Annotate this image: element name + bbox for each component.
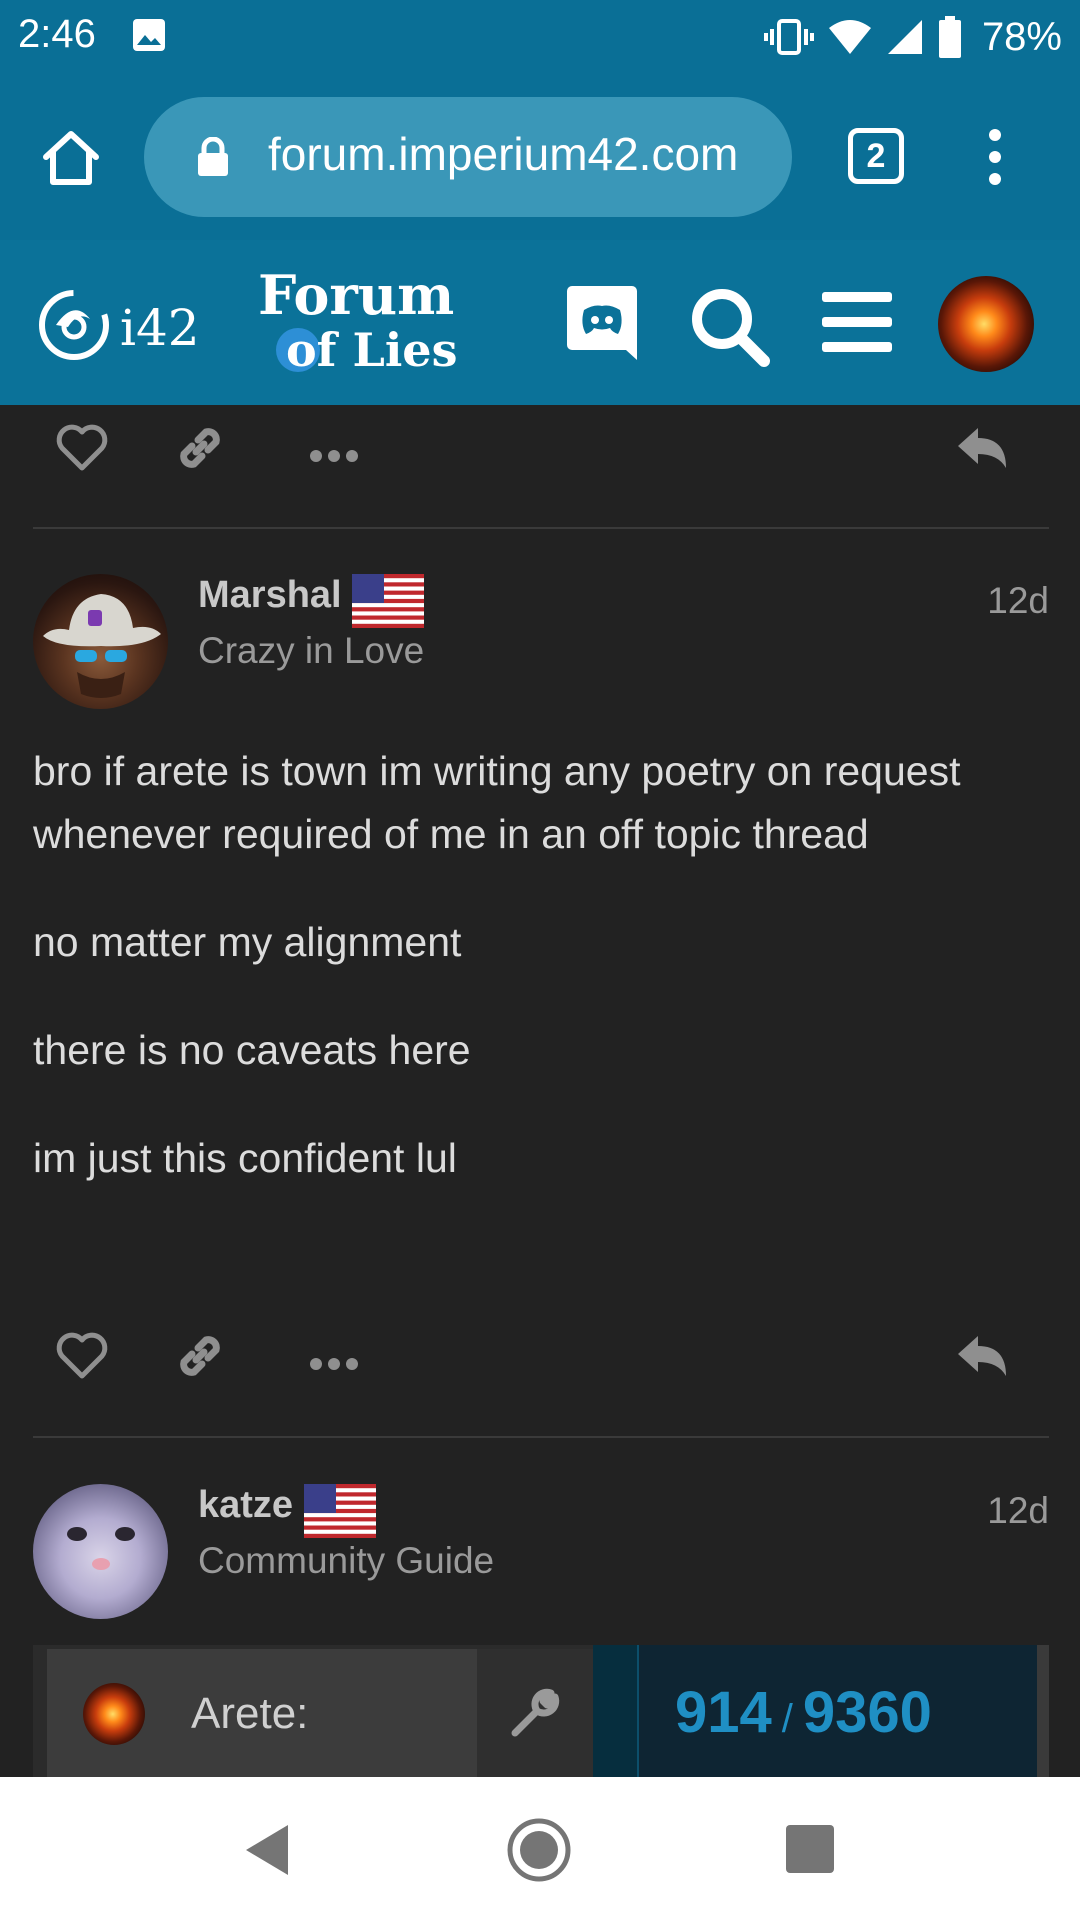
progress-separator: / xyxy=(781,1697,793,1741)
post-avatar-katze[interactable] xyxy=(33,1484,168,1619)
heart-icon xyxy=(56,424,108,471)
like-button[interactable] xyxy=(54,420,110,476)
more-button[interactable] xyxy=(306,420,362,476)
vibrate-icon xyxy=(763,19,814,55)
flag-us-icon xyxy=(352,574,424,628)
topic-progress-text: 914/9360 xyxy=(675,1679,932,1746)
draft-user-avatar xyxy=(83,1683,145,1745)
home-icon[interactable] xyxy=(40,129,102,187)
cowboy-avatar-art xyxy=(43,594,161,698)
share-link-button[interactable] xyxy=(172,1328,228,1384)
battery-icon xyxy=(938,16,961,58)
post-actions-previous xyxy=(0,410,1080,480)
more-icon xyxy=(310,450,358,462)
cell-signal-icon xyxy=(887,20,922,54)
battery-percent: 78% xyxy=(981,14,1062,59)
forum-logo-line2: of Lies xyxy=(286,323,457,377)
nav-recent-icon[interactable] xyxy=(786,1825,834,1873)
current-user-avatar[interactable] xyxy=(938,276,1034,372)
status-time: 2:46 xyxy=(18,12,96,56)
progress-total: 9360 xyxy=(802,1680,932,1745)
post-user-title: Crazy in Love xyxy=(198,630,425,671)
wifi-icon xyxy=(828,20,871,54)
site-short-name: i42 xyxy=(120,299,200,357)
topic-progress[interactable]: 914/9360 xyxy=(593,1645,1037,1777)
like-button[interactable] xyxy=(54,1328,110,1384)
post-divider xyxy=(33,527,1049,529)
post-username[interactable]: katze xyxy=(198,1484,293,1527)
post-date[interactable]: 12d xyxy=(987,580,1049,622)
tabs-button[interactable]: 2 xyxy=(848,128,904,184)
reply-icon xyxy=(958,1336,1006,1376)
browser-toolbar: forum.imperium42.com 2 xyxy=(0,75,1080,240)
reply-icon xyxy=(958,428,1006,468)
composer-edge xyxy=(1037,1645,1049,1777)
post-user-title: Community Guide xyxy=(198,1540,495,1581)
more-button[interactable] xyxy=(306,1328,362,1384)
post-username[interactable]: Marshal xyxy=(198,574,342,617)
progress-current: 914 xyxy=(675,1680,772,1745)
search-icon[interactable] xyxy=(688,285,770,367)
reply-composer-bar: Arete: 914/9360 xyxy=(33,1645,1049,1777)
post-avatar-marshal[interactable] xyxy=(33,574,168,709)
address-bar[interactable]: forum.imperium42.com xyxy=(144,97,792,217)
reply-draft-button[interactable]: Arete: xyxy=(47,1649,477,1777)
draft-user-label: Arete: xyxy=(191,1689,309,1738)
more-icon xyxy=(310,1358,358,1370)
admin-wrench-button[interactable] xyxy=(477,1649,593,1777)
nav-home-icon[interactable] xyxy=(506,1817,572,1883)
status-bar: 2:46 78% xyxy=(0,0,1080,75)
post-divider xyxy=(33,1436,1049,1438)
post-body: bro if arete is town im writing any poet… xyxy=(33,740,1043,1235)
lock-icon xyxy=(198,137,228,176)
reply-button[interactable] xyxy=(954,420,1010,476)
link-icon xyxy=(180,1336,220,1376)
post-paragraph: im just this confident lul xyxy=(33,1135,457,1181)
discord-icon[interactable] xyxy=(566,284,638,362)
overflow-menu-icon[interactable] xyxy=(980,125,1010,189)
post-date[interactable]: 12d xyxy=(987,1490,1049,1532)
forum-of-lies-logo[interactable]: Forum of Lies xyxy=(258,262,498,382)
i42-logo[interactable]: i42 xyxy=(32,285,222,365)
status-icons: 78% xyxy=(763,12,1062,62)
forum-logo-line1: Forum xyxy=(258,263,454,327)
post-paragraph: no matter my alignment xyxy=(33,919,462,965)
image-notification-icon xyxy=(133,19,165,51)
post-actions xyxy=(0,1318,1080,1388)
wrench-icon xyxy=(511,1688,560,1737)
nav-back-icon[interactable] xyxy=(242,1823,290,1877)
android-nav-bar xyxy=(0,1777,1080,1920)
flag-us-icon xyxy=(304,1484,376,1538)
url-text[interactable]: forum.imperium42.com xyxy=(268,127,738,181)
post-paragraph: there is no caveats here xyxy=(33,1027,471,1073)
heart-icon xyxy=(56,1332,108,1379)
cat-avatar-art xyxy=(67,1527,135,1570)
share-link-button[interactable] xyxy=(172,420,228,476)
hamburger-menu-icon[interactable] xyxy=(822,290,892,354)
forum-header: i42 Forum of Lies xyxy=(0,240,1080,405)
reply-button[interactable] xyxy=(954,1328,1010,1384)
link-icon xyxy=(180,428,220,468)
post-paragraph: bro if arete is town im writing any poet… xyxy=(33,748,961,857)
